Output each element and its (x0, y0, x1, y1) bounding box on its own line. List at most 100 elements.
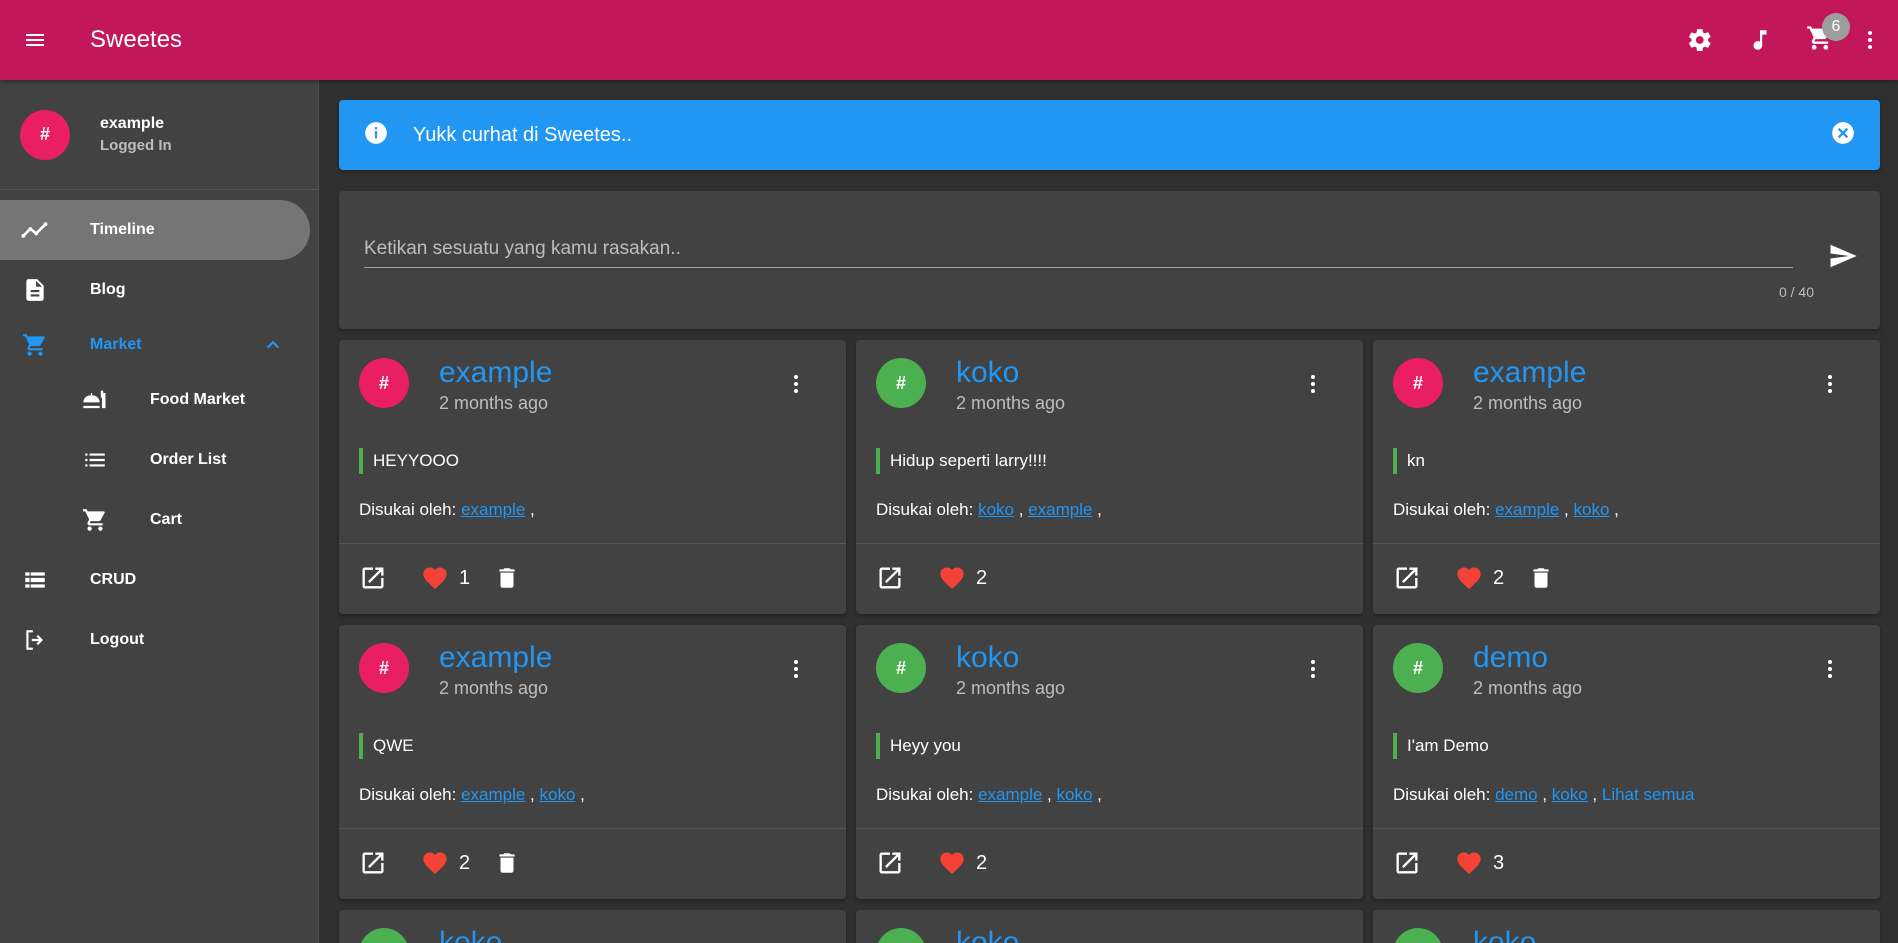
post-author[interactable]: example (439, 641, 552, 675)
more-vertical-icon[interactable] (1301, 657, 1325, 686)
post-author[interactable]: koko (956, 926, 1019, 943)
close-icon[interactable] (1830, 120, 1856, 151)
separator: , (1013, 500, 1029, 519)
sidebar-item-blog[interactable]: Blog (0, 260, 318, 320)
sidebar-item-label: Logout (90, 631, 145, 648)
separator: , (575, 785, 585, 804)
like-count: 1 (459, 566, 471, 589)
liked-by-label: Disukai oleh: (876, 500, 979, 519)
sidebar-item-crud[interactable]: CRUD (0, 550, 318, 610)
post-actions: 2 (876, 564, 987, 592)
open-external-icon[interactable] (1393, 564, 1421, 592)
liked-by-label: Disukai oleh: (1393, 500, 1496, 519)
post-author[interactable]: example (1473, 356, 1586, 390)
cart-button[interactable]: 6 (1790, 0, 1850, 80)
cart-count-badge: 6 (1822, 13, 1850, 41)
sidebar-item-cart[interactable]: Cart (0, 490, 318, 550)
post-actions: 3 (1393, 849, 1504, 877)
post-author[interactable]: koko (1473, 926, 1536, 943)
sidebar-item-food-market[interactable]: Food Market (0, 370, 318, 430)
divider (339, 828, 846, 829)
cart-icon (80, 507, 110, 533)
liked-by-user-link[interactable]: demo (1495, 785, 1538, 804)
liked-by-user-link[interactable]: example (1495, 500, 1559, 519)
post-author[interactable]: koko (439, 926, 502, 943)
post-author[interactable]: koko (956, 356, 1019, 390)
post-card: # koko 2 months ago Heyy you Disukai ole… (856, 625, 1363, 899)
music-note-icon[interactable] (1730, 0, 1790, 80)
send-icon[interactable] (1828, 241, 1858, 276)
app-bar: Sweetes 6 (0, 0, 1898, 80)
post-composer: 0 / 40 (339, 191, 1880, 329)
info-icon (363, 120, 389, 151)
like-count: 2 (1493, 566, 1505, 589)
food-icon (80, 386, 110, 414)
sidebar-item-logout[interactable]: Logout (0, 610, 318, 670)
trash-icon[interactable] (494, 565, 520, 591)
sidebar-item-market[interactable]: Market (0, 320, 318, 370)
post-text: Heyy you (876, 733, 961, 759)
liked-by-user-link[interactable]: koko (1057, 785, 1093, 804)
heart-icon[interactable] (938, 849, 966, 877)
sidebar-item-timeline[interactable]: Timeline (0, 200, 310, 260)
more-vertical-icon[interactable] (784, 657, 808, 686)
open-external-icon[interactable] (876, 564, 904, 592)
post-input[interactable] (364, 231, 1793, 268)
liked-by-user-link[interactable]: koko (540, 785, 576, 804)
more-vertical-icon[interactable] (1850, 0, 1890, 80)
liked-by-user-link[interactable]: example (1028, 500, 1092, 519)
liked-by-user-link[interactable]: example (461, 785, 525, 804)
open-external-icon[interactable] (876, 849, 904, 877)
post-author[interactable]: demo (1473, 641, 1548, 675)
sidebar-item-label: Market (90, 336, 142, 353)
open-external-icon[interactable] (359, 564, 387, 592)
heart-icon[interactable] (1455, 849, 1483, 877)
post-actions: 2 (876, 849, 987, 877)
profile-username: example (100, 115, 165, 132)
heart-icon[interactable] (938, 564, 966, 592)
open-external-icon[interactable] (1393, 849, 1421, 877)
avatar: # (359, 928, 409, 943)
liked-by-user-link[interactable]: example (461, 500, 525, 519)
menu-icon[interactable] (0, 0, 70, 80)
post-card: # koko (339, 910, 846, 943)
like-count: 2 (459, 851, 471, 874)
avatar: # (876, 358, 926, 408)
separator: , (1537, 785, 1552, 804)
post-author[interactable]: example (439, 356, 552, 390)
liked-by-user-link[interactable]: example (978, 785, 1042, 804)
liked-by-user-link[interactable]: koko (1574, 500, 1610, 519)
divider (339, 543, 846, 544)
open-external-icon[interactable] (359, 849, 387, 877)
trash-icon[interactable] (494, 850, 520, 876)
divider (856, 543, 1363, 544)
chevron-up-icon[interactable] (262, 334, 284, 361)
liked-by-label: Disukai oleh: (359, 500, 462, 519)
settings-gear-icon[interactable] (1670, 0, 1730, 80)
post-time: 2 months ago (1473, 678, 1583, 698)
trash-icon[interactable] (1528, 565, 1554, 591)
more-vertical-icon[interactable] (1301, 372, 1325, 401)
liked-by-user-link[interactable]: koko (978, 500, 1014, 519)
liked-by: Disukai oleh: example , (359, 500, 535, 520)
post-author[interactable]: koko (956, 641, 1019, 675)
liked-by-user-link[interactable]: koko (1552, 785, 1588, 804)
post-grid: # example 2 months ago HEYYOOO Disukai o… (339, 340, 1880, 943)
heart-icon[interactable] (421, 849, 449, 877)
more-vertical-icon[interactable] (784, 372, 808, 401)
sidebar-item-order-list[interactable]: Order List (0, 430, 318, 490)
post-time: 2 months ago (956, 393, 1066, 413)
heart-icon[interactable] (1455, 564, 1483, 592)
post-text: Hidup seperti larry!!!! (876, 448, 1047, 474)
avatar: # (1393, 643, 1443, 693)
post-card: # koko (1373, 910, 1880, 943)
app-title: Sweetes (90, 26, 183, 53)
main-content: Yukk curhat di Sweetes.. 0 / 40 # exampl… (339, 100, 1880, 943)
post-card: # demo 2 months ago I'am Demo Disukai ol… (1373, 625, 1880, 899)
more-vertical-icon[interactable] (1818, 372, 1842, 401)
liked-by-label: Disukai oleh: (876, 785, 979, 804)
see-all-link[interactable]: Lihat semua (1602, 785, 1695, 804)
post-time: 2 months ago (956, 678, 1066, 698)
heart-icon[interactable] (421, 564, 449, 592)
more-vertical-icon[interactable] (1818, 657, 1842, 686)
